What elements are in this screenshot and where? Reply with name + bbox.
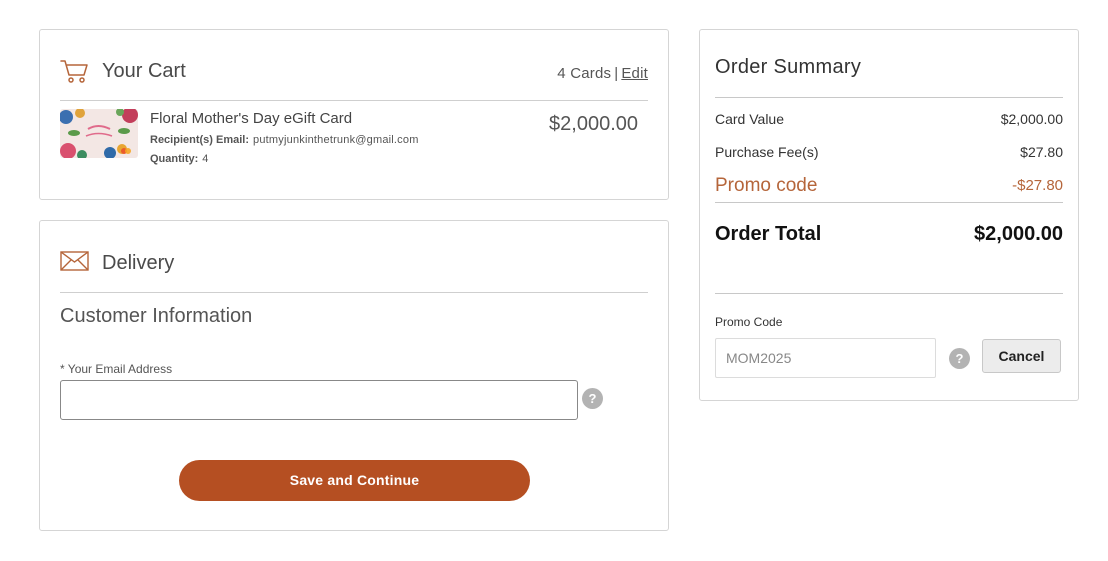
cart-header: Your Cart 4 Cards | Edit — [60, 30, 648, 101]
cart-icon — [60, 60, 88, 83]
customer-information-heading: Customer Information — [60, 305, 253, 327]
quantity-label: Quantity: — [150, 153, 199, 165]
delivery-header: Delivery — [60, 221, 648, 293]
edit-cart-link[interactable]: Edit — [621, 65, 648, 82]
promo-discount-row: Promo code -$27.80 — [715, 175, 1063, 197]
card-value-label: Card Value — [715, 111, 785, 127]
cart-panel: Your Cart 4 Cards | Edit Floral Mother's D… — [39, 29, 669, 200]
order-total-label: Order Total — [715, 223, 822, 245]
order-total-amount: $2,000.00 — [974, 223, 1063, 245]
cart-count-text: 4 Cards — [557, 65, 612, 82]
order-summary-title: Order Summary — [715, 56, 862, 78]
cart-count-separator: | — [614, 65, 619, 82]
recipient-label: Recipient(s) Email: — [150, 134, 250, 146]
card-value-amount: $2,000.00 — [1000, 111, 1063, 127]
quantity-line: Quantity: 4 — [150, 153, 209, 165]
card-value-row: Card Value $2,000.00 — [715, 111, 1063, 127]
promo-code-input[interactable] — [715, 338, 936, 378]
cart-title: Your Cart — [102, 60, 186, 82]
email-help-icon[interactable]: ? — [582, 388, 603, 409]
recipient-email: putmyjunkinthetrunk@gmail.com — [253, 134, 419, 146]
promo-discount-amount: -$27.80 — [1012, 177, 1063, 194]
purchase-fee-label: Purchase Fee(s) — [715, 144, 819, 160]
quantity-value: 4 — [202, 153, 209, 165]
mail-icon — [60, 251, 89, 271]
save-and-continue-button[interactable]: Save and Continue — [179, 460, 530, 501]
egift-card-thumbnail — [60, 109, 138, 158]
delivery-title: Delivery — [102, 252, 175, 274]
promo-help-icon[interactable]: ? — [949, 348, 970, 369]
order-summary-panel: Order Summary Card Value $2,000.00 Purch… — [699, 29, 1079, 401]
summary-divider — [715, 202, 1063, 203]
cart-item-price: $2,000.00 — [549, 113, 638, 135]
purchase-fee-row: Purchase Fee(s) $27.80 — [715, 144, 1063, 160]
promo-discount-label: Promo code — [715, 175, 818, 196]
summary-divider — [715, 97, 1063, 98]
purchase-fee-amount: $27.80 — [1020, 144, 1063, 160]
delivery-panel: Delivery Customer Information * Your Ema… — [39, 220, 669, 531]
cancel-promo-button[interactable]: Cancel — [982, 339, 1061, 373]
promo-code-label: Promo Code — [715, 315, 783, 329]
cart-item-name: Floral Mother's Day eGift Card — [150, 110, 353, 127]
cart-count: 4 Cards | Edit — [557, 65, 648, 82]
summary-divider — [715, 293, 1063, 294]
recipient-line: Recipient(s) Email: putmyjunkinthetrunk@g… — [150, 134, 419, 146]
email-label: * Your Email Address — [60, 362, 173, 376]
order-total-row: Order Total $2,000.00 — [715, 223, 1063, 246]
email-field[interactable] — [60, 380, 578, 420]
